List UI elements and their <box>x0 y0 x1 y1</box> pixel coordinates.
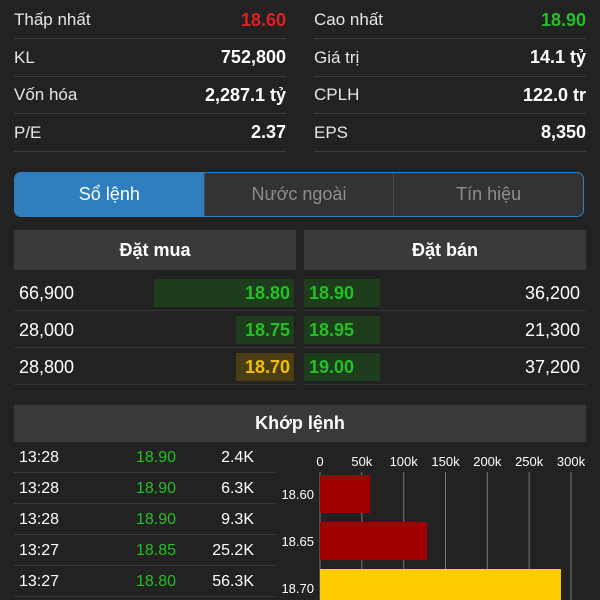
tab-bar: Sổ lệnh Nước ngoài Tín hiệu <box>14 172 584 217</box>
trade-row: 13:27 18.80 56.3K <box>14 566 276 597</box>
sell-price: 18.95 <box>309 319 355 340</box>
sell-order-row[interactable]: 18.95 21,300 <box>304 312 586 348</box>
trade-time: 13:27 <box>19 541 60 559</box>
stat-label: P/E <box>14 122 42 142</box>
trade-volume: 9.3K <box>221 510 254 528</box>
stat-value: 2,287.1 tỷ <box>204 84 286 105</box>
stat-value: 14.1 tỷ <box>529 47 586 67</box>
stat-row: KL 752,800 <box>14 40 286 77</box>
stat-label: EPS <box>314 122 349 142</box>
tab-foreign[interactable]: Nước ngoài <box>203 173 394 216</box>
trade-volume: 56.3K <box>212 572 254 590</box>
sell-order-row[interactable]: 18.90 36,200 <box>304 275 586 311</box>
stat-value: 18.60 <box>240 9 286 30</box>
buy-order-row[interactable]: 28,800 18.70 <box>14 349 296 385</box>
x-tick-label: 50k <box>351 454 372 469</box>
price-volume-chart: 0 50k 100k 150k 200k 250k 300k 18.60 18.65 18.70 <box>281 454 586 600</box>
sell-price: 19.00 <box>309 356 355 377</box>
stat-label: KL <box>14 47 35 67</box>
x-tick-label: 200k <box>473 454 502 469</box>
stat-row: P/E 2.37 <box>14 115 286 152</box>
stat-row: Vốn hóa 2,287.1 tỷ <box>14 77 286 114</box>
trade-time: 13:28 <box>19 479 60 497</box>
x-tick-label: 300k <box>557 454 586 469</box>
trade-volume: 25.2K <box>212 541 254 559</box>
stat-value: 8,350 <box>540 122 586 142</box>
stock-stats-panel: Thấp nhất 18.60 Cao nhất 18.90 KL 752,800 Giá … <box>0 0 600 152</box>
trade-price: 18.80 <box>136 572 177 590</box>
stat-label: CPLH <box>314 85 360 104</box>
stat-row: CPLH 122.0 tr <box>314 77 586 114</box>
volume-bar <box>320 522 428 560</box>
price-level-label: 18.60 <box>281 487 314 502</box>
volume-bar <box>320 475 371 513</box>
trade-row: 13:27 18.85 25.2K <box>14 535 276 566</box>
sell-order-row[interactable]: 19.00 37,200 <box>304 349 586 385</box>
trade-time: 13:28 <box>19 510 60 528</box>
trade-volume: 2.4K <box>221 448 254 466</box>
stat-row: Giá trị 14.1 tỷ <box>314 40 586 77</box>
buy-price: 18.75 <box>244 319 290 340</box>
x-tick-label: 150k <box>431 454 460 469</box>
sell-price: 18.90 <box>309 282 355 303</box>
tab-signals[interactable]: Tín hiệu <box>393 173 583 216</box>
x-tick-label: 250k <box>515 454 544 469</box>
trade-row: 13:28 18.90 6.3K <box>14 473 276 504</box>
trade-time: 13:27 <box>19 572 60 590</box>
stat-row: Cao nhất 18.90 <box>314 2 586 39</box>
buy-volume: 28,800 <box>19 356 75 377</box>
price-level-label: 18.65 <box>281 534 314 549</box>
stat-value: 122.0 tr <box>522 84 586 105</box>
x-tick-label: 0 <box>316 454 323 469</box>
buy-order-row[interactable]: 28,000 18.75 <box>14 312 296 348</box>
buy-price: 18.80 <box>244 282 290 303</box>
trade-price: 18.90 <box>136 448 177 466</box>
sell-volume: 21,300 <box>524 319 580 340</box>
sell-volume: 36,200 <box>524 282 580 303</box>
buy-volume: 66,900 <box>19 282 75 303</box>
stat-value: 752,800 <box>220 47 286 67</box>
stat-label: Cao nhất <box>314 10 383 29</box>
stat-label: Vốn hóa <box>14 85 78 104</box>
buy-volume: 28,000 <box>19 319 75 340</box>
buy-price: 18.70 <box>244 356 290 377</box>
sell-volume: 37,200 <box>524 356 580 377</box>
buy-order-row[interactable]: 66,900 18.80 <box>14 275 296 311</box>
stat-label: Thấp nhất <box>14 10 91 29</box>
stat-value: 2.37 <box>250 122 286 142</box>
stat-value: 18.90 <box>540 9 586 30</box>
stat-row: EPS 8,350 <box>314 115 586 152</box>
trade-price: 18.85 <box>136 541 177 559</box>
tab-order-book[interactable]: Sổ lệnh <box>15 173 204 216</box>
trade-time: 13:28 <box>19 448 60 466</box>
matched-orders-header: Khớp lệnh <box>14 405 586 442</box>
buy-orders-header: Đặt mua <box>14 230 296 270</box>
trade-volume: 6.3K <box>221 479 254 497</box>
volume-bar <box>320 569 561 600</box>
x-tick-label: 100k <box>390 454 419 469</box>
trade-row: 13:28 18.90 9.3K <box>14 504 276 535</box>
stat-label: Giá trị <box>314 47 360 67</box>
stat-row: Thấp nhất 18.60 <box>14 2 286 39</box>
trade-price: 18.90 <box>136 510 177 528</box>
trade-row: 13:28 18.90 2.4K <box>14 442 276 473</box>
trade-price: 18.90 <box>136 479 177 497</box>
sell-orders-header: Đặt bán <box>304 230 586 270</box>
price-level-label: 18.70 <box>281 581 314 596</box>
